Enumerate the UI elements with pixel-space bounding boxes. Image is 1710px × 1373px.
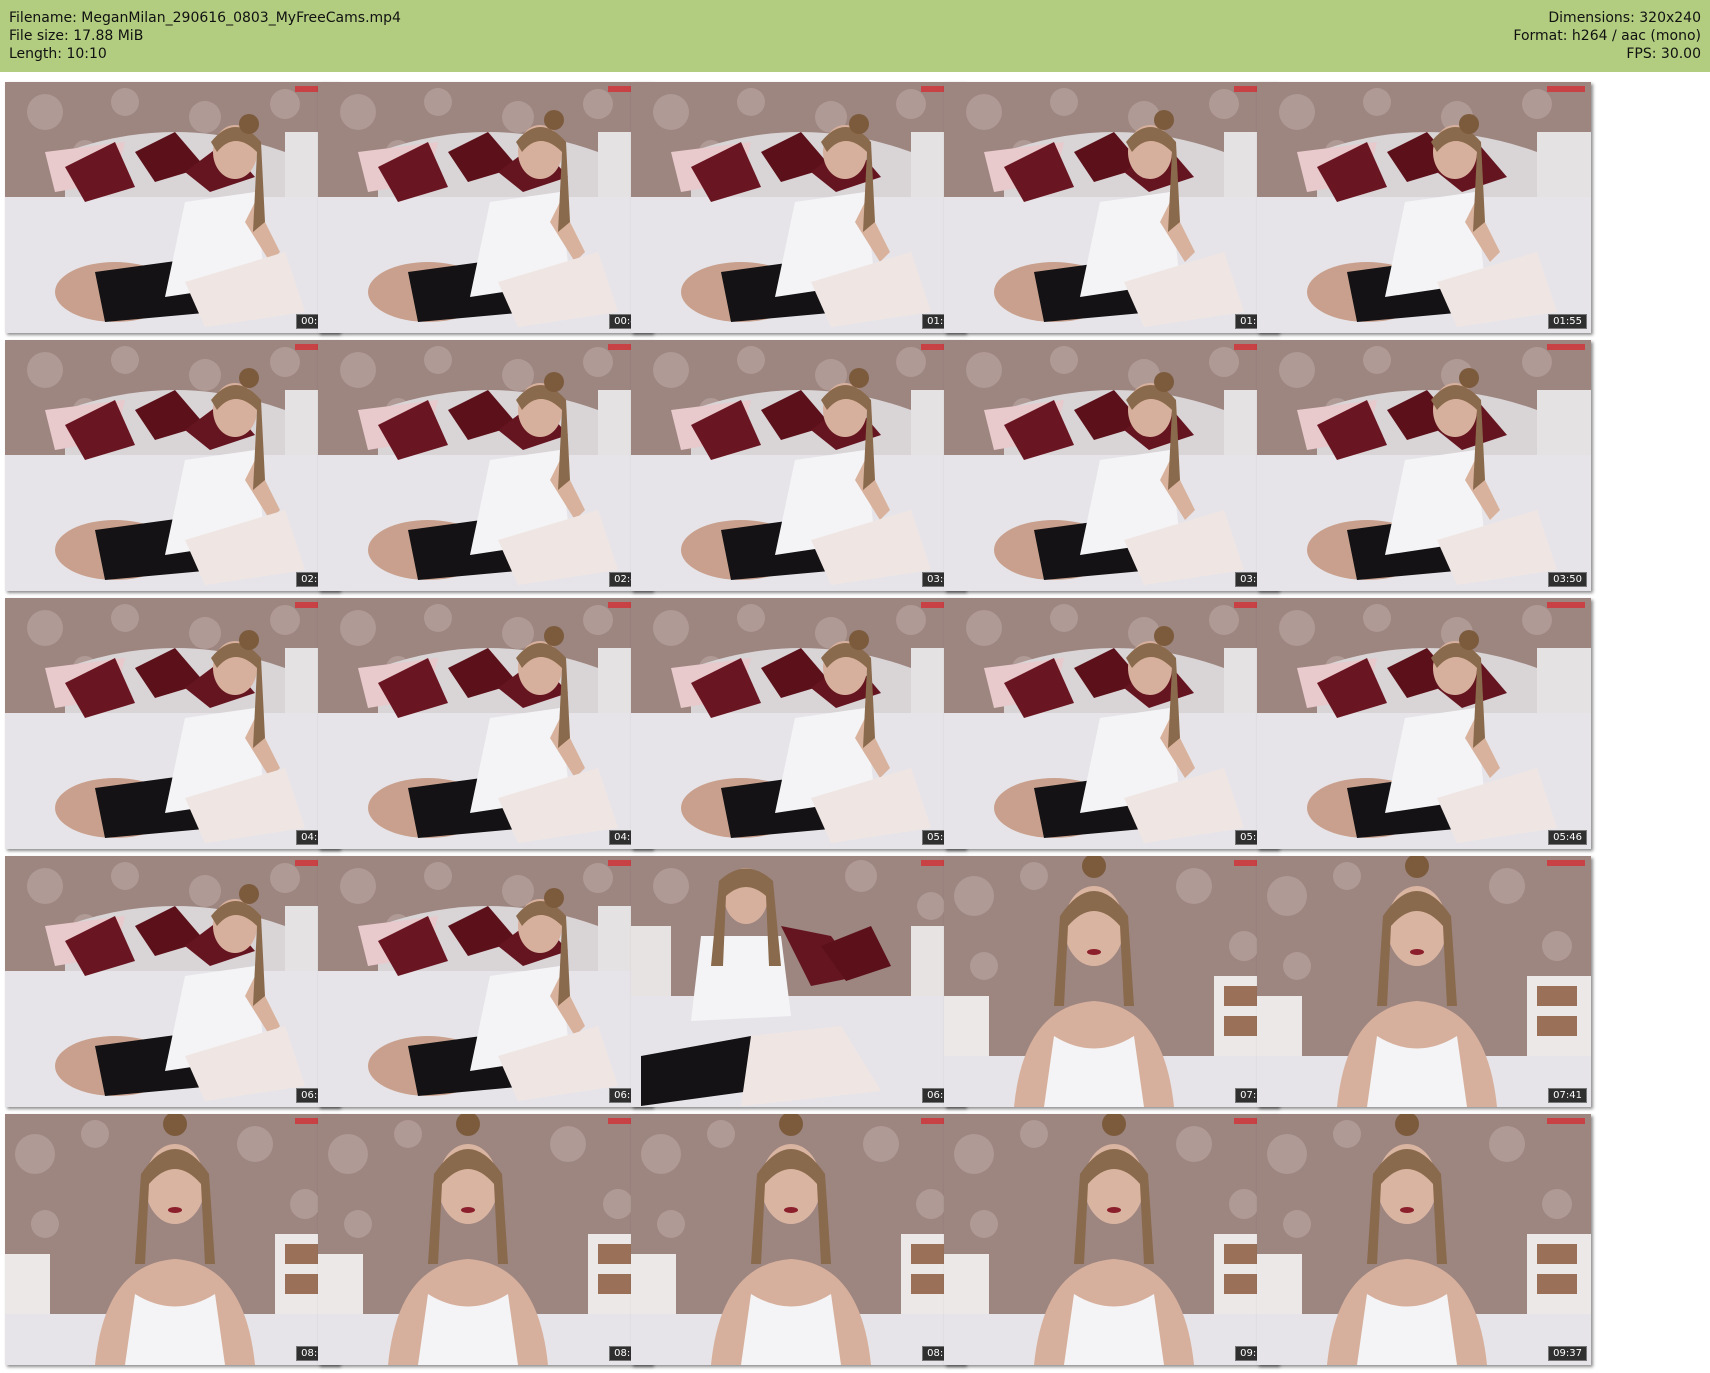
thumbnail-timestamp: 03:50 bbox=[1548, 572, 1587, 587]
thumbnail-frame: 01:55 bbox=[1257, 82, 1591, 333]
thumbnail-image bbox=[944, 82, 1278, 333]
thumbnail-image bbox=[5, 1114, 339, 1365]
thumbnail-image bbox=[318, 82, 652, 333]
thumbnail-frame: 03:04 bbox=[631, 340, 965, 591]
thumbnail-frame: 00:23 bbox=[5, 82, 339, 333]
thumbnail-frame: 03:50 bbox=[1257, 340, 1591, 591]
thumbnail-frame: 02:18 bbox=[5, 340, 339, 591]
thumbnail-frame: 02:41 bbox=[318, 340, 652, 591]
thumbnail-frame: 01:32 bbox=[944, 82, 1278, 333]
thumbnail-image bbox=[944, 856, 1278, 1107]
thumbnail-image bbox=[5, 856, 339, 1107]
thumbnail-image bbox=[631, 598, 965, 849]
filesize-text: File size: 17.88 MiB bbox=[9, 28, 144, 44]
thumbnail-frame: 08:50 bbox=[631, 1114, 965, 1365]
thumbnail-image bbox=[1257, 1114, 1591, 1365]
thumbnail-frame: 06:09 bbox=[5, 856, 339, 1107]
thumbnail-frame: 05:00 bbox=[631, 598, 965, 849]
thumbnail-image bbox=[318, 1114, 652, 1365]
thumbnail-image bbox=[631, 82, 965, 333]
thumbnail-image bbox=[5, 598, 339, 849]
thumbnail-timestamp: 01:55 bbox=[1548, 314, 1587, 329]
thumbnail-image bbox=[1257, 82, 1591, 333]
thumbnail-image bbox=[631, 340, 965, 591]
thumbnail-frame: 00:46 bbox=[318, 82, 652, 333]
thumbnail-image bbox=[5, 340, 339, 591]
thumbnail-image bbox=[631, 1114, 965, 1365]
thumbnail-image bbox=[318, 856, 652, 1107]
thumbnail-image bbox=[1257, 598, 1591, 849]
thumbnail-timestamp: 09:37 bbox=[1548, 1346, 1587, 1361]
thumbnail-image bbox=[944, 598, 1278, 849]
thumbnail-timestamp: 05:46 bbox=[1548, 830, 1587, 845]
thumbnail-frame: 05:46 bbox=[1257, 598, 1591, 849]
thumbnail-frame: 09:37 bbox=[1257, 1114, 1591, 1365]
thumbnail-frame: 04:13 bbox=[5, 598, 339, 849]
info-header: Filename: MeganMilan_290616_0803_MyFreeC… bbox=[0, 0, 1710, 72]
thumbnail-frame: 07:18 bbox=[944, 856, 1278, 1107]
thumbnail-image bbox=[318, 598, 652, 849]
fps-text: FPS: 30.00 bbox=[1626, 46, 1701, 62]
thumbnail-image bbox=[1257, 340, 1591, 591]
thumbnail-frame: 03:27 bbox=[944, 340, 1278, 591]
thumbnail-frame: 08:04 bbox=[5, 1114, 339, 1365]
thumbnail-frame: 04:37 bbox=[318, 598, 652, 849]
thumbnail-timestamp: 07:41 bbox=[1548, 1088, 1587, 1103]
thumbnail-image bbox=[318, 340, 652, 591]
length-text: Length: 10:10 bbox=[9, 46, 107, 62]
thumbnail-frame: 08:27 bbox=[318, 1114, 652, 1365]
thumbnail-frame: 09:14 bbox=[944, 1114, 1278, 1365]
thumbnail-frame: 06:55 bbox=[631, 856, 965, 1107]
thumbnail-image bbox=[944, 1114, 1278, 1365]
format-text: Format: h264 / aac (mono) bbox=[1513, 28, 1701, 44]
thumbnail-image bbox=[631, 856, 965, 1107]
filename-text: Filename: MeganMilan_290616_0803_MyFreeC… bbox=[9, 10, 401, 26]
dimensions-text: Dimensions: 320x240 bbox=[1548, 10, 1701, 26]
thumbnail-image bbox=[5, 82, 339, 333]
info-left: Filename: MeganMilan_290616_0803_MyFreeC… bbox=[9, 9, 401, 63]
thumbnail-frame: 05:23 bbox=[944, 598, 1278, 849]
thumbnail-grid: 00:23 00:46 01:09 01:32 01:55 02:18 02:4… bbox=[5, 82, 1705, 1367]
info-right: Dimensions: 320x240 Format: h264 / aac (m… bbox=[1513, 9, 1701, 63]
thumbnail-frame: 07:41 bbox=[1257, 856, 1591, 1107]
thumbnail-image bbox=[1257, 856, 1591, 1107]
thumbnail-frame: 06:32 bbox=[318, 856, 652, 1107]
thumbnail-frame: 01:09 bbox=[631, 82, 965, 333]
thumbnail-image bbox=[944, 340, 1278, 591]
